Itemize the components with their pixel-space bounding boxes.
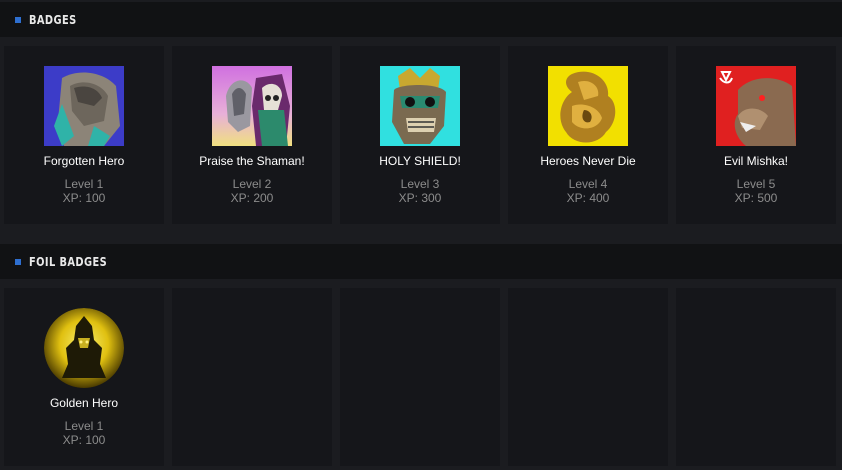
foil-badges-section-header: FOIL BADGES — [0, 244, 842, 279]
foil-badges-section-title: FOIL BADGES — [29, 254, 108, 269]
badge-name: Evil Mishka! — [723, 154, 788, 168]
badge-xp: XP: 500 — [734, 191, 778, 205]
badge-card[interactable]: HOLY SHIELD! Level 3 XP: 300 — [340, 46, 500, 224]
badge-xp: XP: 100 — [62, 191, 106, 205]
evil-mishka-icon — [716, 66, 796, 146]
foil-badges-row: Golden Hero Level 1 XP: 100 — [4, 288, 836, 466]
badge-card[interactable]: Heroes Never Die Level 4 XP: 400 — [508, 46, 668, 224]
badge-name: HOLY SHIELD! — [379, 154, 461, 168]
badges-row: Forgotten Hero Level 1 XP: 100 Praise th… — [4, 46, 836, 224]
badge-card[interactable]: Forgotten Hero Level 1 XP: 100 — [4, 46, 164, 224]
empty-badge-slot — [340, 288, 500, 466]
badge-xp: XP: 300 — [398, 191, 442, 205]
badge-name: Heroes Never Die — [540, 154, 636, 168]
badge-level: Level 5 — [736, 177, 776, 191]
badge-name: Forgotten Hero — [43, 154, 125, 168]
badge-level: Level 1 — [64, 419, 104, 433]
badge-level: Level 1 — [64, 177, 104, 191]
badge-xp: XP: 100 — [62, 433, 106, 447]
heroes-never-die-icon — [548, 66, 628, 146]
badges-section-title: BADGES — [29, 12, 77, 27]
badge-xp: XP: 200 — [230, 191, 274, 205]
section-bullet-icon — [15, 258, 21, 265]
badge-xp: XP: 400 — [566, 191, 610, 205]
badge-level: Level 2 — [232, 177, 272, 191]
badges-section-header: BADGES — [0, 2, 842, 37]
empty-badge-slot — [172, 288, 332, 466]
badge-level: Level 3 — [400, 177, 440, 191]
golden-hero-icon — [44, 308, 124, 388]
holy-shield-icon — [380, 66, 460, 146]
badge-level: Level 4 — [568, 177, 608, 191]
badge-name: Praise the Shaman! — [199, 154, 305, 168]
badge-card[interactable]: Evil Mishka! Level 5 XP: 500 — [676, 46, 836, 224]
shaman-icon — [212, 66, 292, 146]
empty-badge-slot — [676, 288, 836, 466]
badge-card[interactable]: Golden Hero Level 1 XP: 100 — [4, 288, 164, 466]
empty-badge-slot — [508, 288, 668, 466]
badge-name: Golden Hero — [49, 396, 119, 410]
badge-card[interactable]: Praise the Shaman! Level 2 XP: 200 — [172, 46, 332, 224]
section-bullet-icon — [15, 16, 21, 23]
forgotten-hero-icon — [44, 66, 124, 146]
